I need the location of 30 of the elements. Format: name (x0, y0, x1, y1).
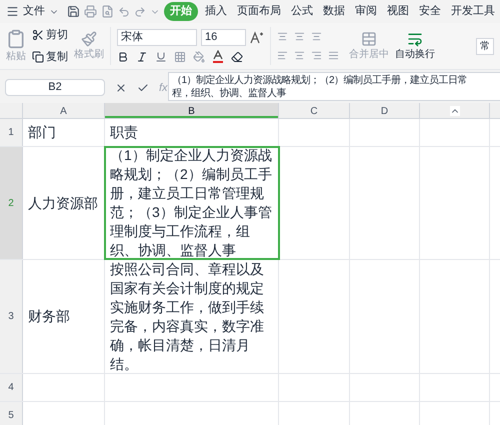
table-cell-text: 人力资源部 (27, 194, 99, 212)
ribbon-tab[interactable]: 开发工具 (448, 3, 498, 20)
table-cell-text: 按照公司合同、章程以及国家有关会计制度的规定实施财务工作，做到手续完备，内容真实，数字准确，帐目清楚，日清月结。 (109, 260, 265, 374)
file-menu[interactable]: 文件 (23, 3, 45, 20)
table-cell-text: 职责 (109, 123, 139, 142)
ribbon-tab[interactable]: 视图 (384, 3, 412, 20)
font-size-field[interactable]: 16 (201, 29, 246, 46)
row-header[interactable]: 4 (0, 374, 23, 401)
ribbon-tab[interactable]: 数据 (320, 3, 348, 20)
ribbon-tab[interactable]: 插入 (202, 3, 230, 20)
row-header[interactable]: 1 (0, 119, 23, 146)
ribbon-tab[interactable]: 安全 (416, 3, 444, 20)
cut-button[interactable]: 剪切 (46, 26, 68, 43)
column-header[interactable]: B (105, 103, 279, 118)
formula-field[interactable]: （1）制定企业人力资源战略规划；（2）编制员工手册，建立员工日常 程，组织、协调、监督人事 (168, 72, 500, 101)
table-cell-text: （1）制定企业人力资源战略规划；（2）编制员工手册，建立员工日常管理规范；（3）制定企业人事管理制度与工作流程，组织、协调、监督人事 (109, 146, 273, 260)
row-header[interactable]: 5 (0, 402, 23, 425)
ribbon-tab[interactable]: 审阅 (352, 3, 380, 20)
name-box[interactable]: B2 (5, 79, 105, 96)
ribbon-tab[interactable]: 公式 (288, 3, 316, 20)
number-format-field[interactable]: 常 (476, 38, 494, 54)
table-cell-text: 财务部 (27, 307, 71, 326)
column-header[interactable]: D (350, 103, 420, 118)
table-cell-text: 部门 (27, 123, 57, 142)
row-header[interactable]: 3 (0, 260, 23, 373)
column-header[interactable]: C (279, 103, 350, 118)
copy-button[interactable]: 复制 (46, 49, 68, 66)
ribbon-tab[interactable]: 页面布局 (234, 3, 284, 20)
wrap-text-button[interactable]: 自动换行 (395, 46, 435, 62)
font-field[interactable]: 宋体 (117, 29, 197, 46)
